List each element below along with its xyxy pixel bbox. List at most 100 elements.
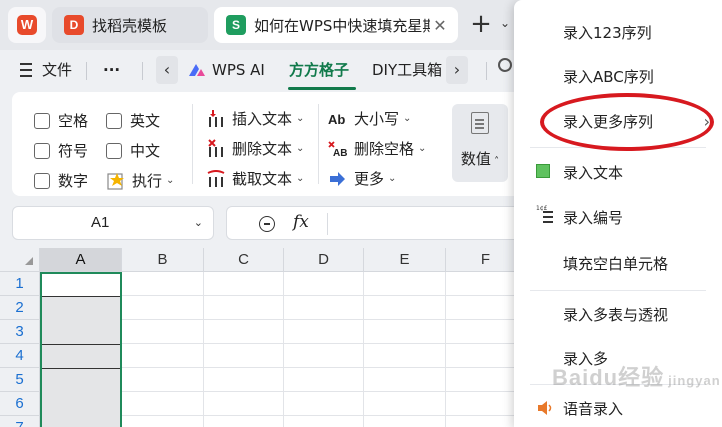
grid-cell[interactable] (122, 320, 204, 344)
row-header-2[interactable]: 2 (0, 296, 40, 320)
grid-cell[interactable] (122, 368, 204, 392)
grid-cell[interactable] (204, 320, 284, 344)
insert-text-button[interactable]: 插入文本 ⌄ (206, 108, 304, 129)
active-cell-a1[interactable] (42, 274, 120, 296)
numeric-button[interactable]: 数值 ˄ (452, 104, 508, 182)
delete-space-icon: AB (328, 140, 347, 159)
column-header-b[interactable]: B (122, 248, 204, 272)
select-all-corner[interactable] (0, 248, 40, 272)
menu-fangfang-gezi[interactable]: 方方格子 (289, 59, 349, 81)
divider (486, 62, 487, 80)
menu-item-multi-sheet-pivot[interactable]: 录入多表与透视 (514, 296, 722, 332)
grid-cell[interactable] (122, 392, 204, 416)
menu-diy-toolbox[interactable]: DIY工具箱 (372, 59, 442, 81)
grid-cell[interactable] (204, 416, 284, 427)
delete-text-label: 删除文本 (232, 140, 293, 158)
menu-item-voice-entry[interactable]: 语音录入 (514, 390, 722, 426)
row-header-1[interactable]: 1 (0, 272, 40, 296)
tab-spreadsheet[interactable]: S 如何在WPS中快速填充星期 ✕ (214, 7, 458, 43)
speaker-icon (538, 401, 552, 415)
chevron-down-icon[interactable]: ⌄ (500, 16, 510, 30)
row-header-7[interactable]: 7 (0, 416, 40, 427)
zoom-out-icon[interactable] (259, 216, 275, 232)
row-header-6[interactable]: 6 (0, 392, 40, 416)
menu-item-more-sequences[interactable]: 录入更多序列 › (514, 103, 722, 139)
more-button[interactable]: 更多 ⌄ (328, 168, 396, 189)
column-header-c[interactable]: C (204, 248, 284, 272)
checkbox-symbol[interactable]: 符号 (34, 140, 88, 161)
divider (192, 104, 193, 184)
menu-item-numbering[interactable]: 录入编号 (514, 199, 722, 235)
checkbox-box[interactable] (106, 112, 122, 129)
grid-cell[interactable] (284, 320, 364, 344)
menu-item-abc-sequence[interactable]: 录入ABC序列 (514, 58, 722, 94)
name-box[interactable]: A1 ⌄ (12, 206, 214, 240)
checkbox-box[interactable] (34, 142, 50, 159)
grid-cell[interactable] (204, 368, 284, 392)
grid-cell[interactable] (284, 344, 364, 368)
grid-cell[interactable] (364, 416, 446, 427)
checkbox-box[interactable] (106, 142, 122, 159)
grid-cell[interactable] (122, 296, 204, 320)
grid-cell[interactable] (364, 272, 446, 296)
case-label: 大小写 (354, 110, 400, 128)
grid-cell[interactable] (364, 344, 446, 368)
wps-home-button[interactable]: W (8, 7, 46, 43)
grid-cell[interactable] (204, 344, 284, 368)
checkbox-box[interactable] (34, 172, 50, 189)
green-square-icon (536, 164, 550, 178)
grid-cell[interactable] (204, 272, 284, 296)
grid-cell[interactable] (284, 296, 364, 320)
grid-cell[interactable] (364, 392, 446, 416)
column-header-d[interactable]: D (284, 248, 364, 272)
column-header-e[interactable]: E (364, 248, 446, 272)
arrow-right-icon (330, 171, 345, 186)
fx-icon[interactable]: fx (293, 212, 309, 232)
grid-cell[interactable] (122, 416, 204, 427)
checkbox-box[interactable] (34, 112, 50, 129)
checkbox-space[interactable]: 空格 (34, 110, 88, 131)
menu-wps-ai[interactable]: WPS AI (212, 59, 265, 81)
grid-cell[interactable] (364, 320, 446, 344)
scroll-right-button[interactable]: › (446, 56, 468, 84)
search-icon[interactable] (498, 58, 512, 72)
grid-cell[interactable] (204, 392, 284, 416)
tab-docer-templates[interactable]: D 找稻壳模板 (52, 7, 208, 43)
row-header-3[interactable]: 3 (0, 320, 40, 344)
row-header-5[interactable]: 5 (0, 368, 40, 392)
grid-cell[interactable] (122, 272, 204, 296)
column-header-a[interactable]: A (40, 248, 122, 272)
extract-text-button[interactable]: 截取文本 ⌄ (206, 168, 304, 189)
close-icon[interactable]: ✕ (430, 16, 450, 35)
more-options-button[interactable]: ··· (103, 59, 120, 81)
checkbox-english[interactable]: 英文 (106, 110, 160, 131)
delete-space-button[interactable]: AB 删除空格 ⌄ (328, 138, 426, 159)
case-button[interactable]: Ab 大小写 ⌄ (328, 108, 411, 129)
new-tab-button[interactable]: + (466, 10, 496, 40)
checkbox-chinese[interactable]: 中文 (106, 140, 160, 161)
menu-item-123-sequence[interactable]: 录入123序列 (514, 14, 722, 50)
svg-text:Ab: Ab (328, 112, 345, 127)
grid-cell[interactable] (284, 368, 364, 392)
grid-cell[interactable] (284, 272, 364, 296)
grid-cell[interactable] (204, 296, 284, 320)
row-header-4[interactable]: 4 (0, 344, 40, 368)
scroll-left-button[interactable]: ‹ (156, 56, 178, 84)
grid-cell[interactable] (364, 296, 446, 320)
grid-cell[interactable] (284, 392, 364, 416)
chevron-down-icon[interactable]: ⌄ (194, 216, 203, 229)
hamburger-menu-icon[interactable] (20, 59, 34, 81)
divider (86, 62, 87, 80)
delete-text-button[interactable]: 删除文本 ⌄ (206, 138, 304, 159)
menu-file[interactable]: 文件 (42, 59, 72, 81)
grid-cell[interactable] (122, 344, 204, 368)
checkbox-number[interactable]: 数字 (34, 170, 88, 191)
chevron-down-icon: ⌄ (296, 173, 305, 184)
execute-button[interactable]: 执行 ⌄ (106, 170, 174, 191)
menu-item-text[interactable]: 录入文本 (514, 154, 722, 190)
menu-item-fill-blank-cells[interactable]: 填充空白单元格 (514, 245, 722, 281)
menu-item-label: 语音录入 (563, 399, 624, 418)
grid-cell[interactable] (364, 368, 446, 392)
formula-bar[interactable]: fx (226, 206, 526, 240)
grid-cell[interactable] (284, 416, 364, 427)
